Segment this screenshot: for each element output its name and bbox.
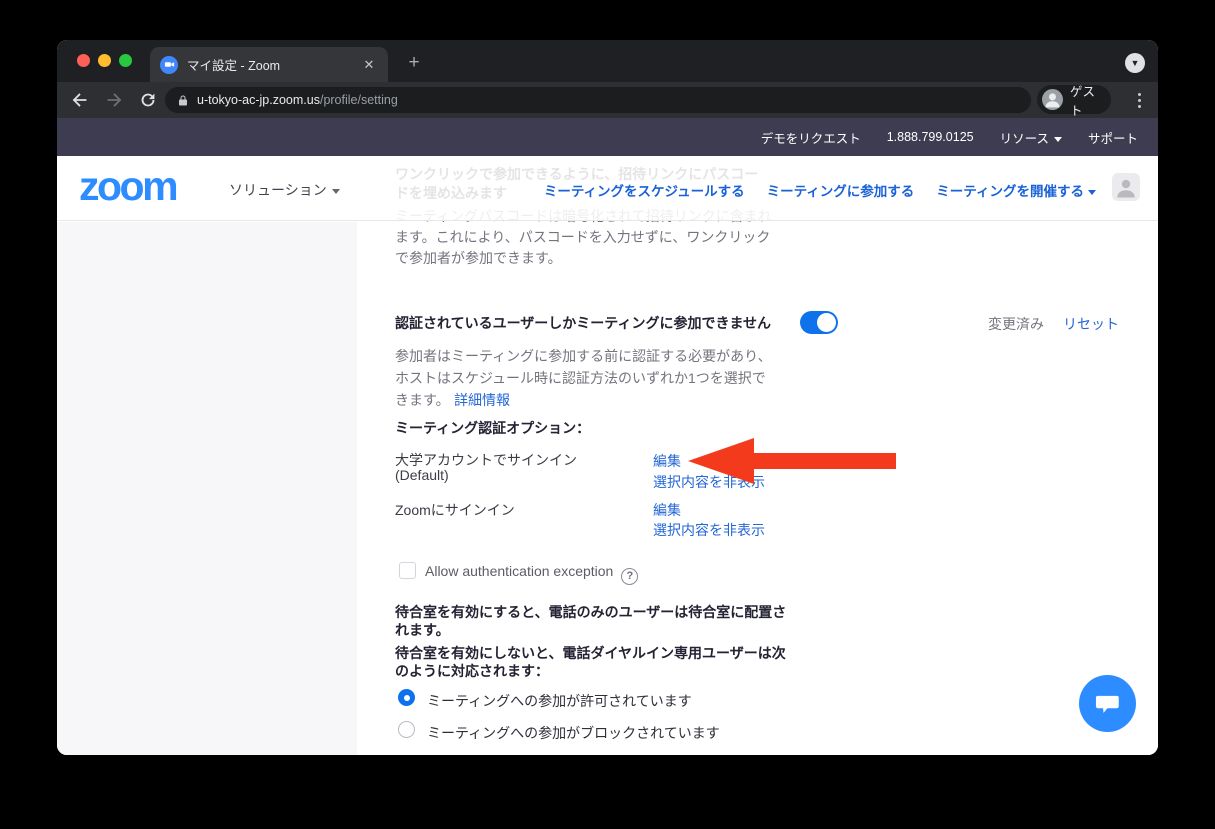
settings-page: ワンクリックで参加できるように、招待リンクにパスコー ドを埋め込みます ミーティ… [57, 156, 1158, 755]
auth-desc-line3: きます。 詳細情報 [395, 390, 510, 410]
settings-sidebar [57, 222, 357, 755]
forward-icon[interactable] [103, 89, 125, 111]
radio-join-blocked-label: ミーティングへの参加がブロックされています [427, 723, 720, 743]
chevron-down-icon [1054, 137, 1062, 142]
chevron-down-icon [1088, 190, 1096, 195]
close-window-button[interactable] [77, 54, 90, 67]
modified-badge: 変更済み [988, 314, 1044, 334]
browser-menu-icon[interactable] [1131, 88, 1147, 112]
guest-avatar-icon [1042, 89, 1063, 110]
zoom-logo[interactable]: zoom [79, 163, 176, 210]
auth-option2-name: Zoomにサインイン [395, 500, 515, 520]
resources-menu[interactable]: リソース [1000, 128, 1062, 147]
auth-setting-title: 認証されているユーザーしかミーティングに参加できません [395, 313, 771, 333]
schedule-meeting-link[interactable]: ミーティングをスケジュールする [544, 180, 745, 200]
auth-desc-line1: 参加者はミーティングに参加する前に認証する必要があり、 [395, 346, 772, 366]
auth-options-title: ミーティング認証オプション： [395, 418, 590, 438]
auth-setting-toggle[interactable] [800, 311, 838, 334]
setting-desc-line2: で参加者が参加できます。 [395, 248, 562, 268]
support-link[interactable]: サポート [1088, 128, 1138, 147]
help-chat-button[interactable] [1079, 675, 1136, 732]
join-meeting-link[interactable]: ミーティングに参加する [767, 180, 915, 200]
auth-exception-checkbox[interactable] [399, 562, 416, 579]
profile-chip[interactable]: ゲスト [1037, 85, 1111, 114]
chat-bubble-icon [1095, 692, 1121, 716]
auth-option2-edit-link[interactable]: 編集 [653, 500, 681, 520]
tab-close-icon[interactable]: ✕ [360, 56, 378, 74]
url-host: u-tokyo-ac-jp.zoom.us [197, 93, 320, 107]
browser-tab[interactable]: マイ設定 - Zoom ✕ [150, 47, 388, 82]
browser-window: マイ設定 - Zoom ✕ + ▼ u-tokyo-ac-jp.zoom.us/… [57, 40, 1158, 755]
guest-label: ゲスト [1070, 81, 1106, 119]
annotation-arrow-icon [686, 437, 898, 485]
radio-join-blocked[interactable] [398, 721, 415, 738]
radio-join-allowed[interactable] [398, 689, 415, 706]
tab-title: マイ設定 - Zoom [187, 55, 360, 74]
fullscreen-window-button[interactable] [119, 54, 132, 67]
auth-desc-line2: ホストはスケジュール時に認証方法のいずれか1つを選択で [395, 368, 766, 388]
zoom-site-header: zoom ソリューション ミーティングをスケジュールする ミーティングに参加する… [57, 156, 1158, 221]
waiting-room-p2-line1: 待合室を有効にしないと、電話ダイヤルイン専用ユーザーは次 [395, 643, 786, 663]
waiting-room-p2-line2: のように対応されます： [395, 661, 549, 681]
auth-exception-row: Allow authentication exception? [425, 563, 638, 585]
minimize-window-button[interactable] [98, 54, 111, 67]
new-tab-button[interactable]: + [402, 51, 426, 75]
request-demo-link[interactable]: デモをリクエスト [761, 128, 861, 147]
learn-more-link[interactable]: 詳細情報 [454, 392, 510, 408]
auth-exception-label: Allow authentication exception [425, 563, 613, 579]
address-bar[interactable]: u-tokyo-ac-jp.zoom.us/profile/setting [165, 87, 1031, 113]
tab-search-icon[interactable]: ▼ [1125, 53, 1145, 73]
reload-icon[interactable] [137, 89, 159, 111]
browser-toolbar: u-tokyo-ac-jp.zoom.us/profile/setting ゲス… [57, 82, 1158, 118]
waiting-room-p1-line2: れます。 [395, 620, 450, 640]
waiting-room-p1-line1: 待合室を有効にすると、電話のみのユーザーは待合室に配置さ [395, 602, 786, 622]
auth-option1-edit-link[interactable]: 編集 [653, 451, 681, 471]
marketing-topbar: デモをリクエスト 1.888.799.0125 リソース サポート [57, 118, 1158, 156]
setting-desc-line1: ます。これにより、パスコードを入力せずに、ワンクリック [395, 227, 770, 247]
reset-link[interactable]: リセット [1063, 314, 1119, 334]
auth-option1-default: (Default) [395, 467, 449, 483]
phone-number[interactable]: 1.888.799.0125 [887, 130, 974, 144]
host-meeting-menu[interactable]: ミーティングを開催する [936, 180, 1096, 200]
account-avatar[interactable] [1112, 173, 1140, 201]
back-icon[interactable] [69, 89, 91, 111]
help-icon[interactable]: ? [621, 568, 638, 585]
lock-icon [177, 94, 189, 107]
solutions-menu[interactable]: ソリューション [229, 180, 340, 200]
chevron-down-icon [332, 189, 340, 194]
url-path: /profile/setting [320, 93, 398, 107]
tab-strip: マイ設定 - Zoom ✕ + ▼ [57, 40, 1158, 82]
radio-join-allowed-label: ミーティングへの参加が許可されています [427, 691, 692, 711]
auth-option2-hide-link[interactable]: 選択内容を非表示 [653, 520, 765, 540]
zoom-favicon-icon [160, 56, 178, 74]
